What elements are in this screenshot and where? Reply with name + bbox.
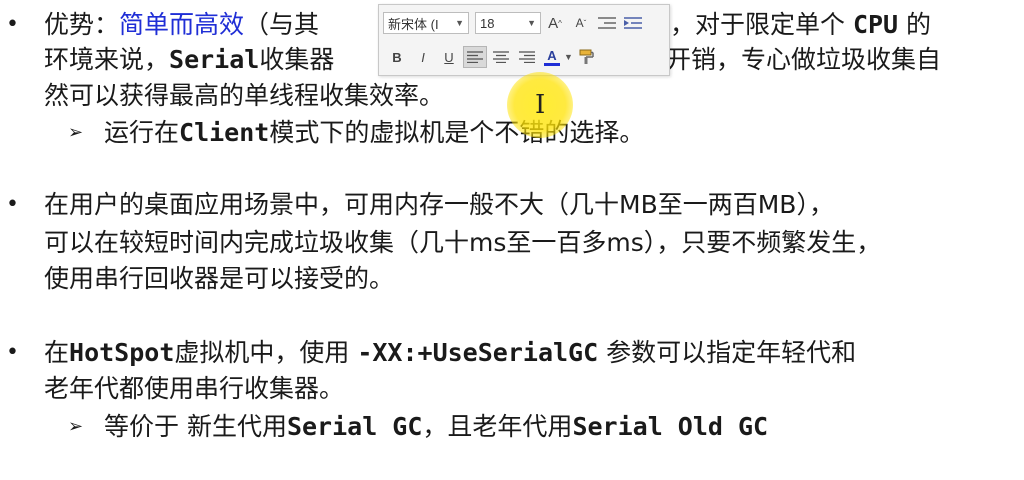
- font-color-swatch: [544, 62, 560, 66]
- text-span: 等价于 新生代用: [104, 412, 287, 441]
- paragraph-line: 可以在较短时间内完成垃圾收集（几十ms至一百多ms），只要不频繁发生，: [44, 224, 881, 262]
- bullet-marker: •: [6, 192, 19, 217]
- bold-icon: B: [392, 49, 402, 65]
- text-span: 模式下的虚拟机是个不错的选择。: [269, 118, 645, 147]
- paragraph-line: 优势：简单而高效（与其: [44, 6, 319, 44]
- paragraph-line: 环境来说，Serial收集器: [44, 41, 334, 79]
- chevron-down-icon: ▼: [455, 18, 464, 28]
- format-painter-icon: [579, 49, 594, 64]
- font-color-button[interactable]: A: [541, 46, 563, 68]
- underline-icon: U: [444, 49, 454, 65]
- code-text: -XX:+UseSerialGC: [357, 338, 599, 367]
- text-span: 在: [44, 338, 70, 367]
- increase-indent-icon: [624, 17, 642, 29]
- toolbar-row-font: 新宋体 (I ▼ 18 ▼ A ^ Aˇ: [383, 9, 665, 37]
- chevron-down-icon[interactable]: ▼: [564, 52, 573, 62]
- text-span: ，且老年代用: [422, 412, 573, 441]
- text-span: 收集器: [259, 45, 335, 74]
- shrink-font-button[interactable]: Aˇ: [569, 12, 593, 34]
- align-left-button[interactable]: [463, 46, 487, 68]
- text-span: 优势：: [44, 10, 120, 39]
- shrink-font-icon: A: [575, 16, 584, 30]
- align-right-icon: [519, 51, 535, 63]
- paragraph-line: 老年代都使用串行收集器。: [44, 370, 344, 408]
- font-name-value: 新宋体 (I: [388, 16, 439, 32]
- font-size-select[interactable]: 18 ▼: [475, 12, 541, 34]
- chevron-down-icon: ▼: [527, 18, 536, 28]
- decrease-indent-button[interactable]: [595, 12, 619, 34]
- align-center-button[interactable]: [489, 46, 513, 68]
- align-right-button[interactable]: [515, 46, 539, 68]
- align-center-icon: [493, 51, 509, 63]
- text-span: 然可以获得最高的单线程收集效率。: [44, 81, 445, 110]
- text-span: 可以在较短时间内完成垃圾收集（几十ms至一百多ms），只要不频繁发生，: [44, 228, 882, 257]
- highlight-text: 简单而高效: [119, 10, 245, 39]
- paragraph-line: 在用户的桌面应用场景中，可用内存一般不大（几十MB至一两百MB），: [44, 186, 834, 224]
- bullet-marker: •: [6, 12, 19, 37]
- text-span: 使用串行回收器是可以接受的。: [44, 264, 395, 293]
- code-text: Client: [179, 118, 270, 147]
- toolbar-row-format: B I U A ▼: [383, 43, 665, 71]
- text-span: 环境来说，: [44, 45, 170, 74]
- bold-button[interactable]: B: [385, 46, 409, 68]
- sub-bullet-marker: ➢: [68, 122, 84, 143]
- increase-indent-button[interactable]: [621, 12, 645, 34]
- font-size-value: 18: [480, 15, 495, 31]
- text-span: 运行在: [104, 118, 180, 147]
- text-span: 老年代都使用串行收集器。: [44, 374, 345, 403]
- text-span: 虚拟机中，使用: [174, 338, 358, 367]
- text-span: 在用户的桌面应用场景中，可用内存一般不大（几十MB至一两百MB），: [44, 190, 834, 219]
- paragraph-line: 在HotSpot虚拟机中，使用 -XX:+UseSerialGC 参数可以指定年…: [44, 334, 856, 372]
- underline-button[interactable]: U: [437, 46, 461, 68]
- text-span: 开销，专心做垃圾收集自: [666, 45, 942, 74]
- italic-icon: I: [421, 49, 425, 65]
- code-text: Serial GC: [286, 412, 423, 441]
- code-text: HotSpot: [69, 338, 175, 367]
- grow-font-icon: A: [548, 14, 559, 32]
- paragraph-line: 使用串行回收器是可以接受的。: [44, 260, 394, 298]
- paragraph-line: 然可以获得最高的单线程收集效率。: [44, 77, 444, 115]
- paragraph-line: 开销，专心做垃圾收集自: [666, 41, 941, 79]
- font-color-icon: A: [547, 47, 557, 63]
- mini-format-toolbar: 新宋体 (I ▼ 18 ▼ A ^ Aˇ B I U A ▼: [378, 4, 670, 76]
- decrease-indent-icon: [598, 17, 616, 29]
- sub-bullet-marker: ➢: [68, 416, 84, 437]
- bullet-marker: •: [6, 340, 19, 365]
- format-painter-button[interactable]: [575, 46, 599, 68]
- sub-paragraph-line: 等价于 新生代用Serial GC，且老年代用Serial Old GC: [104, 408, 768, 446]
- align-left-icon: [467, 51, 483, 63]
- code-text: CPU: [852, 10, 899, 39]
- text-span: 的: [898, 10, 932, 39]
- font-name-select[interactable]: 新宋体 (I ▼: [383, 12, 469, 34]
- code-text: Serial Old GC: [572, 412, 769, 441]
- text-span: 参数可以指定年轻代和: [598, 338, 857, 367]
- text-span: （与其: [244, 10, 320, 39]
- text-span: ，对于限定单个: [670, 10, 853, 39]
- grow-font-button[interactable]: A ^: [543, 12, 567, 34]
- paragraph-line: ，对于限定单个 CPU 的: [670, 6, 931, 44]
- italic-button[interactable]: I: [411, 46, 435, 68]
- code-text: Serial: [169, 45, 260, 74]
- text-cursor-icon: I: [535, 90, 546, 120]
